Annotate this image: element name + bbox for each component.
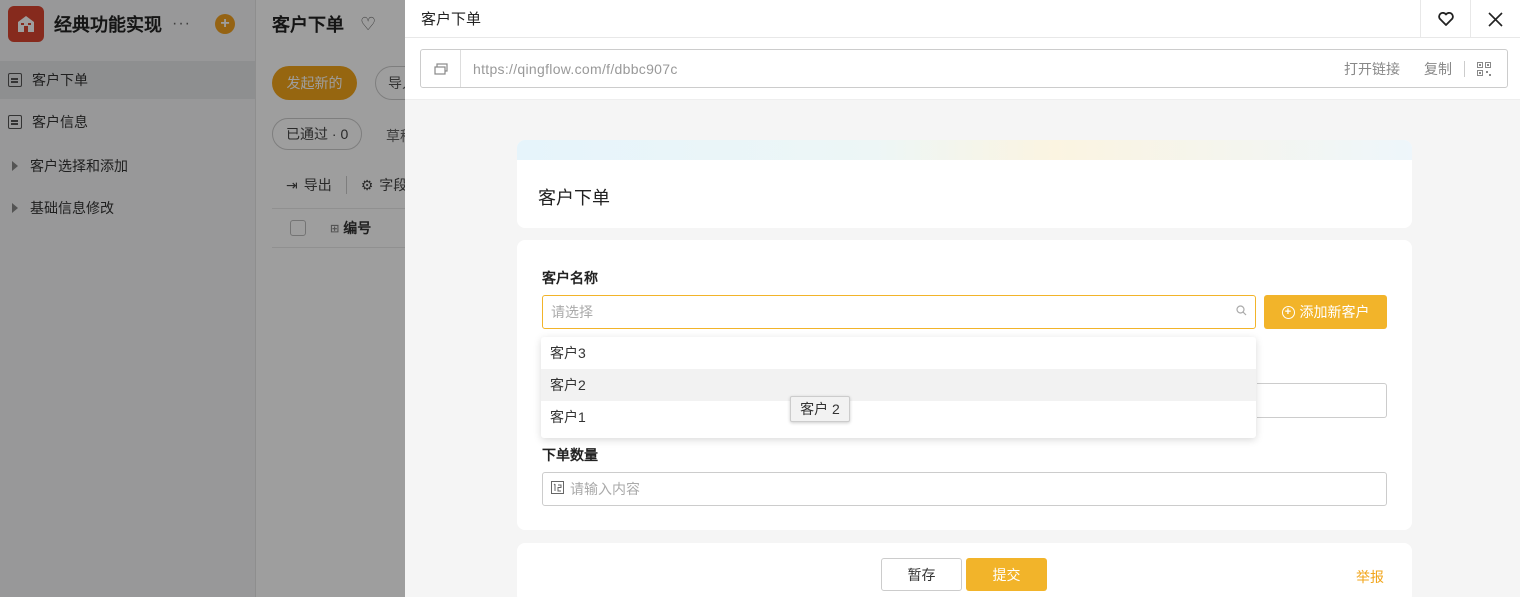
add-circle-icon: + xyxy=(1281,305,1295,319)
form-drawer: 客户下单 https://qingflow.com/f/dbbc907c 打开链… xyxy=(405,0,1520,597)
share-link-bar: https://qingflow.com/f/dbbc907c 打开链接 复制 xyxy=(405,38,1520,100)
title-banner xyxy=(517,140,1412,160)
close-button[interactable] xyxy=(1470,0,1520,38)
copy-button[interactable]: 复制 xyxy=(1412,59,1464,79)
form-title: 客户下单 xyxy=(538,188,610,208)
favorite-button[interactable] xyxy=(1420,0,1470,38)
heart-icon xyxy=(1437,12,1454,26)
share-url-box: https://qingflow.com/f/dbbc907c 打开链接 复制 xyxy=(420,49,1508,88)
partially-hidden-input[interactable] xyxy=(1257,383,1387,418)
customer-select[interactable]: 请选择 xyxy=(542,295,1256,329)
number-icon xyxy=(551,481,564,497)
dropdown-option[interactable]: 客户1 xyxy=(541,401,1256,433)
customer-name-label: 客户名称 xyxy=(542,270,598,286)
link-window-icon xyxy=(421,50,461,87)
quantity-label: 下单数量 xyxy=(542,447,598,463)
drawer-title: 客户下单 xyxy=(421,11,482,28)
drawer-header: 客户下单 xyxy=(405,0,1520,38)
save-draft-button[interactable]: 暂存 xyxy=(881,558,962,591)
quantity-input[interactable]: 请输入内容 xyxy=(542,472,1387,506)
customer-dropdown: 客户3 客户2 客户1 xyxy=(541,337,1256,438)
form-footer: 暂存 提交 举报 xyxy=(517,543,1412,597)
search-icon xyxy=(1236,305,1247,319)
quantity-placeholder: 请输入内容 xyxy=(570,481,640,497)
share-url-text[interactable]: https://qingflow.com/f/dbbc907c xyxy=(461,61,1332,77)
open-link-button[interactable]: 打开链接 xyxy=(1332,59,1412,79)
qr-code-icon[interactable] xyxy=(1465,61,1507,76)
dropdown-option[interactable]: 客户2 xyxy=(541,369,1256,401)
dropdown-option[interactable]: 客户3 xyxy=(541,337,1256,369)
option-tooltip: 客户 2 xyxy=(790,396,850,422)
close-icon xyxy=(1488,11,1503,27)
customer-select-placeholder: 请选择 xyxy=(551,304,593,320)
add-customer-label: 添加新客户 xyxy=(1299,304,1370,320)
form-title-card: 客户下单 xyxy=(517,140,1412,228)
submit-button[interactable]: 提交 xyxy=(966,558,1047,591)
report-link[interactable]: 举报 xyxy=(1356,567,1384,587)
add-customer-button[interactable]: + 添加新客户 xyxy=(1264,295,1387,329)
